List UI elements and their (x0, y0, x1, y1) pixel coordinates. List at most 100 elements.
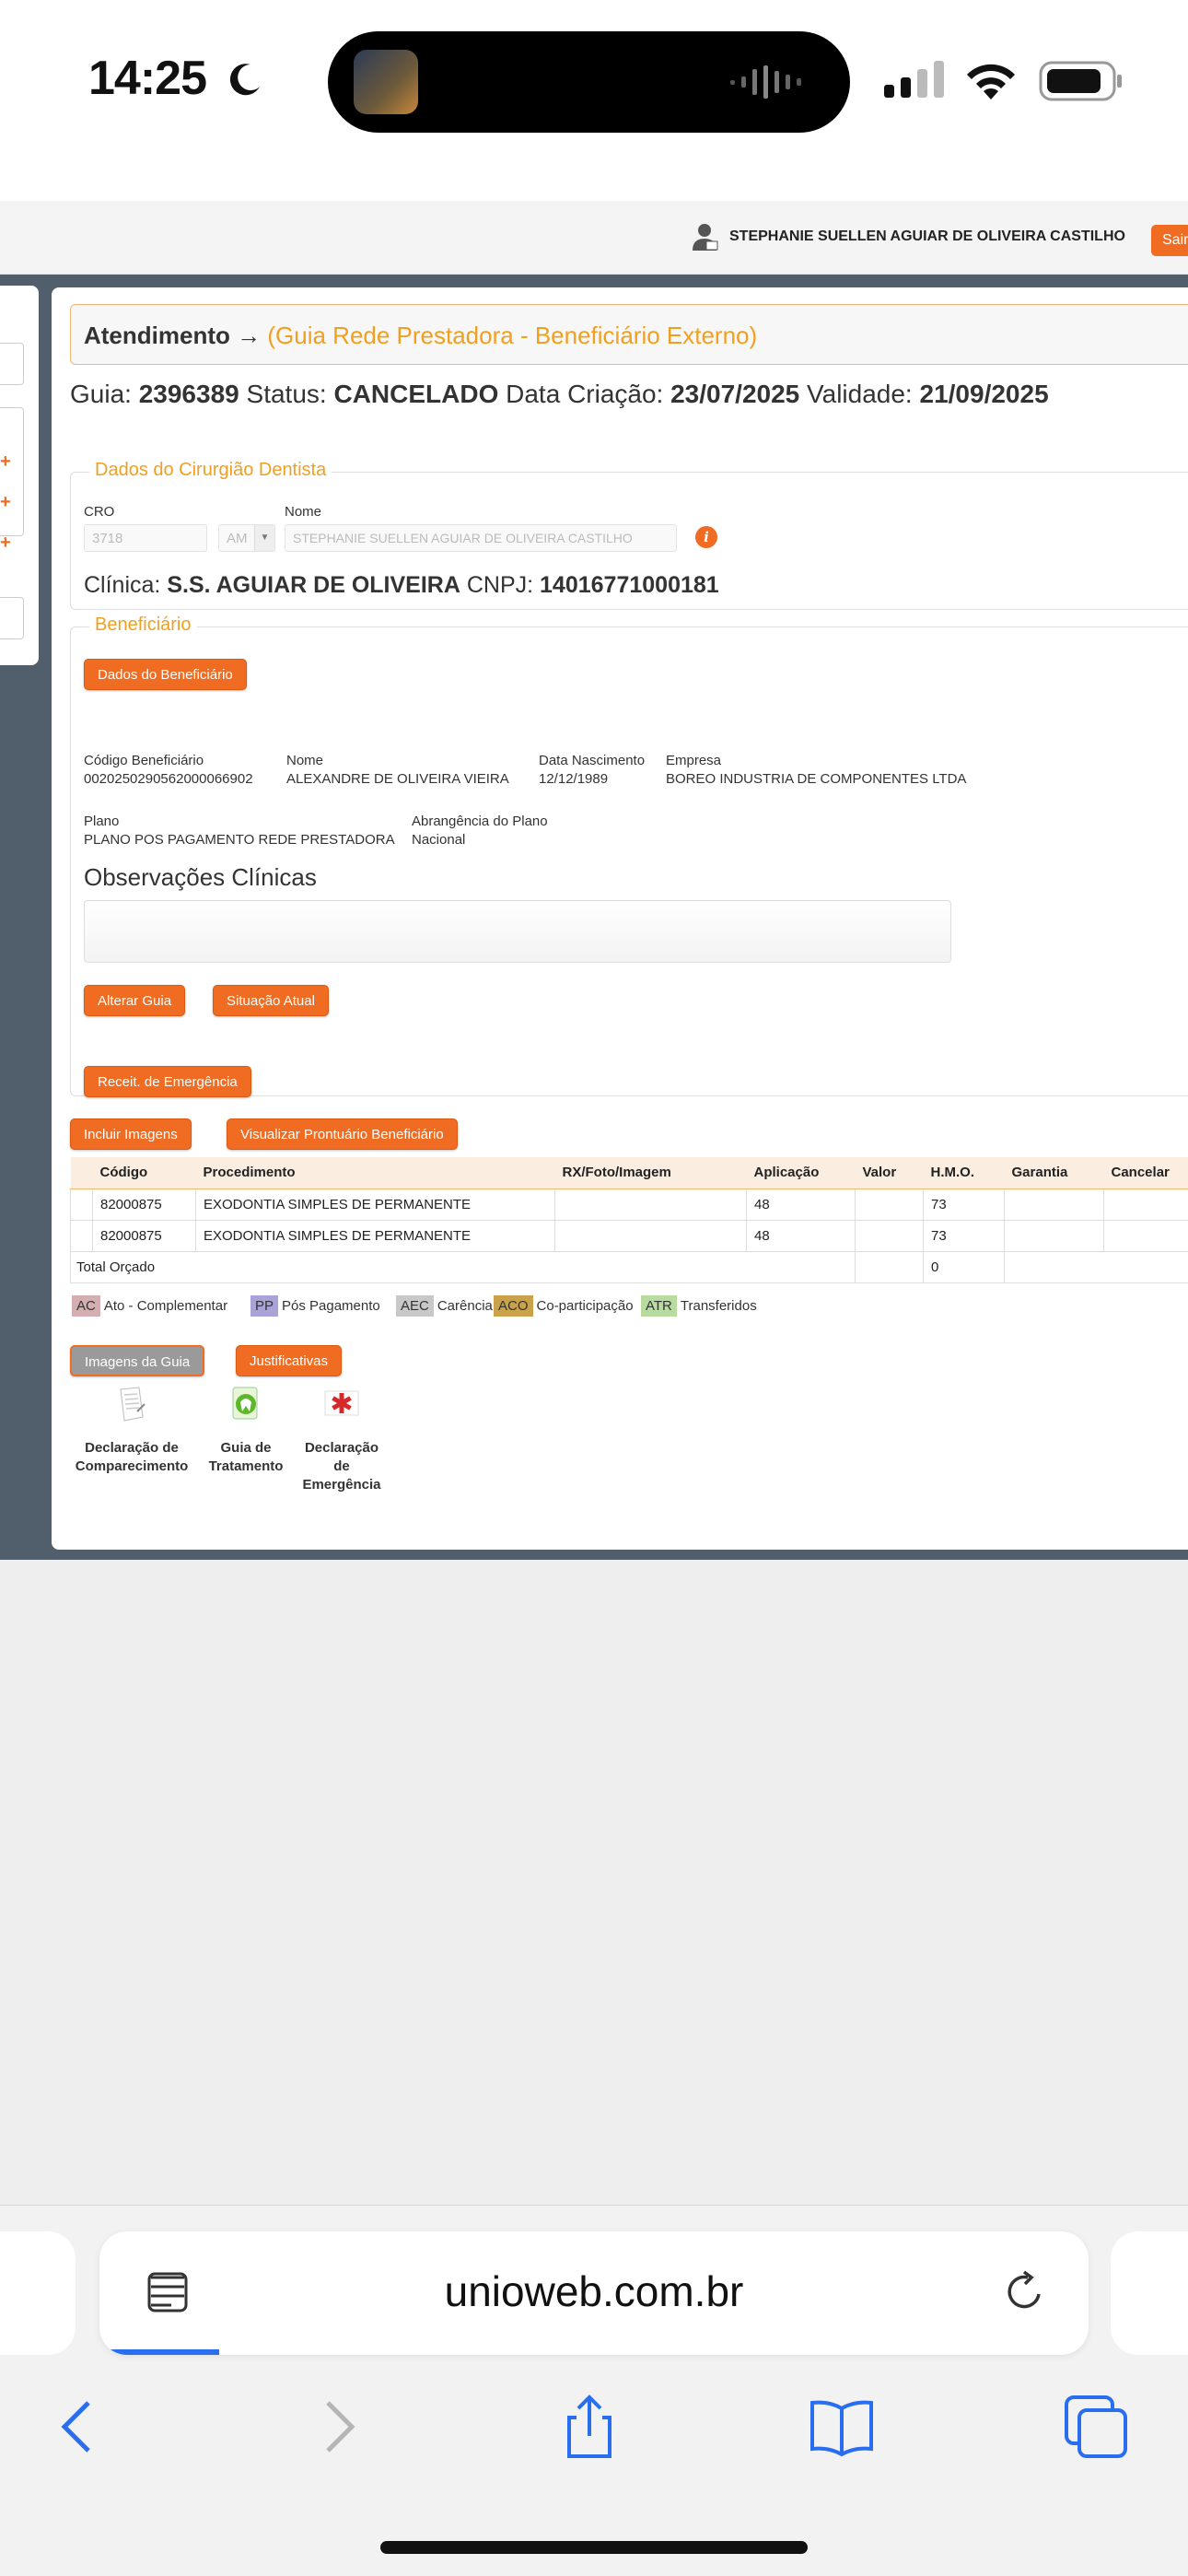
beneficiary-section: Beneficiário Dados do Beneficiário Códig… (70, 615, 1188, 1097)
validity-label: Validade: (807, 380, 913, 408)
side-field[interactable] (0, 597, 24, 639)
cell-code: 82000875 (92, 1188, 196, 1221)
tooth-icon (232, 1387, 258, 1420)
plan-value: PLANO POS PAGAMENTO REDE PRESTADORA (84, 832, 395, 848)
validity-value: 21/09/2025 (919, 380, 1049, 408)
created-label: Data Criação: (506, 380, 664, 408)
side-field[interactable] (0, 343, 24, 385)
doc-line1: Declaração de (85, 1440, 179, 1456)
medical-star-icon (324, 1390, 359, 1416)
beneficiary-name-value: ALEXANDRE DE OLIVEIRA VIEIRA (286, 771, 509, 787)
previous-tab-preview[interactable] (0, 2231, 76, 2355)
cell-procedure: EXODONTIA SIMPLES DE PERMANENTE (195, 1219, 555, 1252)
emergency-prescription-button[interactable]: Receit. de Emergência (84, 1066, 251, 1097)
add-icon[interactable]: + (0, 492, 13, 512)
add-icon[interactable]: + (0, 451, 13, 472)
tabs-icon[interactable] (1059, 2390, 1133, 2464)
doc-line2: Comparecimento (75, 1458, 189, 1474)
battery-icon (1039, 61, 1122, 101)
company-value: BOREO INDUSTRIA DE COMPONENTES LTDA (666, 771, 967, 787)
legend-aec-label: Carência (437, 1298, 493, 1314)
emergency-declaration-link[interactable]: Declaração de Emergência (293, 1384, 390, 1494)
app-frame: + + + Atendimento → (Guia Rede Prestador… (0, 275, 1188, 1560)
clinical-notes-field[interactable] (84, 900, 951, 963)
cro-field[interactable]: 3718 (84, 524, 207, 552)
total-label: Total Orçado (70, 1250, 856, 1283)
browser-toolbar: unioweb.com.br (0, 2205, 1188, 2576)
col-application: Aplicação (746, 1157, 856, 1189)
dentist-legend: Dados do Cirurgião Dentista (89, 460, 332, 481)
back-icon[interactable] (42, 2390, 116, 2464)
table-row[interactable]: 82000875 EXODONTIA SIMPLES DE PERMANENTE… (70, 1219, 1188, 1252)
user-name: STEPHANIE SUELLEN AGUIAR DE OLIVEIRA CAS… (729, 228, 1125, 244)
guide-summary: Guia: 2396389 Status: CANCELADO Data Cri… (70, 380, 1049, 409)
justifications-button[interactable]: Justificativas (236, 1345, 343, 1376)
cell-hmo: 73 (923, 1188, 1005, 1221)
share-icon[interactable] (553, 2390, 626, 2464)
cell-rx[interactable] (554, 1188, 747, 1221)
current-situation-button[interactable]: Situação Atual (213, 985, 329, 1016)
address-bar[interactable]: unioweb.com.br (99, 2231, 1089, 2355)
legend-ac: AC Ato - Complementar (72, 1295, 227, 1317)
alter-guide-button[interactable]: Alterar Guia (84, 985, 186, 1016)
status-value: CANCELADO (333, 380, 499, 408)
col-warranty: Garantia (1004, 1157, 1104, 1189)
user-icon (693, 224, 718, 251)
site-header: STEPHANIE SUELLEN AGUIAR DE OLIVEIRA CAS… (0, 201, 1188, 275)
cell-cancel[interactable] (1103, 1219, 1188, 1252)
forward-icon[interactable] (300, 2390, 374, 2464)
info-icon[interactable]: i (695, 526, 717, 548)
logout-button[interactable]: Sair (1151, 225, 1188, 256)
beneficiary-legend: Beneficiário (89, 615, 197, 636)
col-code: Código (92, 1157, 196, 1189)
include-images-button[interactable]: Incluir Imagens (70, 1118, 192, 1150)
clinical-notes-title: Observações Clínicas (84, 863, 317, 891)
cro-label: CRO (84, 504, 115, 520)
clinic-label: Clínica: (84, 572, 161, 598)
view-record-button[interactable]: Visualizar Prontuário Beneficiário (227, 1118, 458, 1150)
doc-line2: Tratamento (208, 1458, 284, 1474)
tag-pp: PP (250, 1295, 279, 1317)
uf-select[interactable]: AM ▼ (218, 524, 275, 552)
document-icon (120, 1387, 146, 1422)
code-label: Código Beneficiário (84, 753, 204, 768)
beneficiary-data-button[interactable]: Dados do Beneficiário (84, 659, 247, 690)
media-thumbnail (354, 50, 418, 114)
dentist-name-field[interactable]: STEPHANIE SUELLEN AGUIAR DE OLIVEIRA CAS… (285, 524, 677, 552)
page-title: Atendimento → (Guia Rede Prestadora - Be… (84, 322, 757, 350)
table-row[interactable]: 82000875 EXODONTIA SIMPLES DE PERMANENTE… (70, 1188, 1188, 1221)
cnpj-label: CNPJ: (466, 572, 534, 598)
doc-line1: Declaração (304, 1440, 379, 1456)
attendance-declaration-link[interactable]: Declaração de Comparecimento (70, 1384, 193, 1476)
legend-aco-label: Co-participação (536, 1298, 634, 1314)
dynamic-island (328, 31, 850, 133)
total-value (855, 1250, 924, 1283)
row-select[interactable] (70, 1219, 93, 1252)
status-legend: AC Ato - Complementar PP Pós Pagamento AEC… (72, 1295, 901, 1323)
beneficiary-name-label: Nome (286, 753, 324, 768)
cell-cancel[interactable] (1103, 1188, 1188, 1221)
legend-atr: ATR Transferidos (641, 1295, 757, 1317)
bookmarks-icon[interactable] (805, 2390, 879, 2464)
cell-code: 82000875 (92, 1219, 196, 1252)
cellular-signal-icon (884, 61, 944, 98)
procedures-table: Código Procedimento RX/Foto/Imagem Aplic… (70, 1157, 1188, 1283)
add-icon[interactable]: + (0, 533, 13, 553)
legend-pp: PP Pós Pagamento (250, 1295, 380, 1317)
next-tab-preview[interactable] (1111, 2231, 1188, 2355)
plan-label: Plano (84, 814, 120, 829)
page-background (0, 1560, 1188, 2205)
waveform-icon (730, 65, 801, 99)
clinic-name: S.S. AGUIAR DE OLIVEIRA (167, 572, 460, 598)
guide-images-button[interactable]: Imagens da Guia (70, 1345, 205, 1376)
reload-icon[interactable] (1000, 2268, 1048, 2316)
guide-number: 2396389 (138, 380, 239, 408)
legend-pp-label: Pós Pagamento (282, 1298, 380, 1314)
cell-warranty (1004, 1219, 1104, 1252)
treatment-guide-link[interactable]: Guia de Tratamento (201, 1384, 291, 1476)
row-select[interactable] (70, 1188, 93, 1221)
legend-aec: AEC Carência (396, 1295, 493, 1317)
created-value: 23/07/2025 (670, 380, 800, 408)
cell-rx[interactable] (554, 1219, 747, 1252)
doc-line2: de (333, 1458, 350, 1474)
